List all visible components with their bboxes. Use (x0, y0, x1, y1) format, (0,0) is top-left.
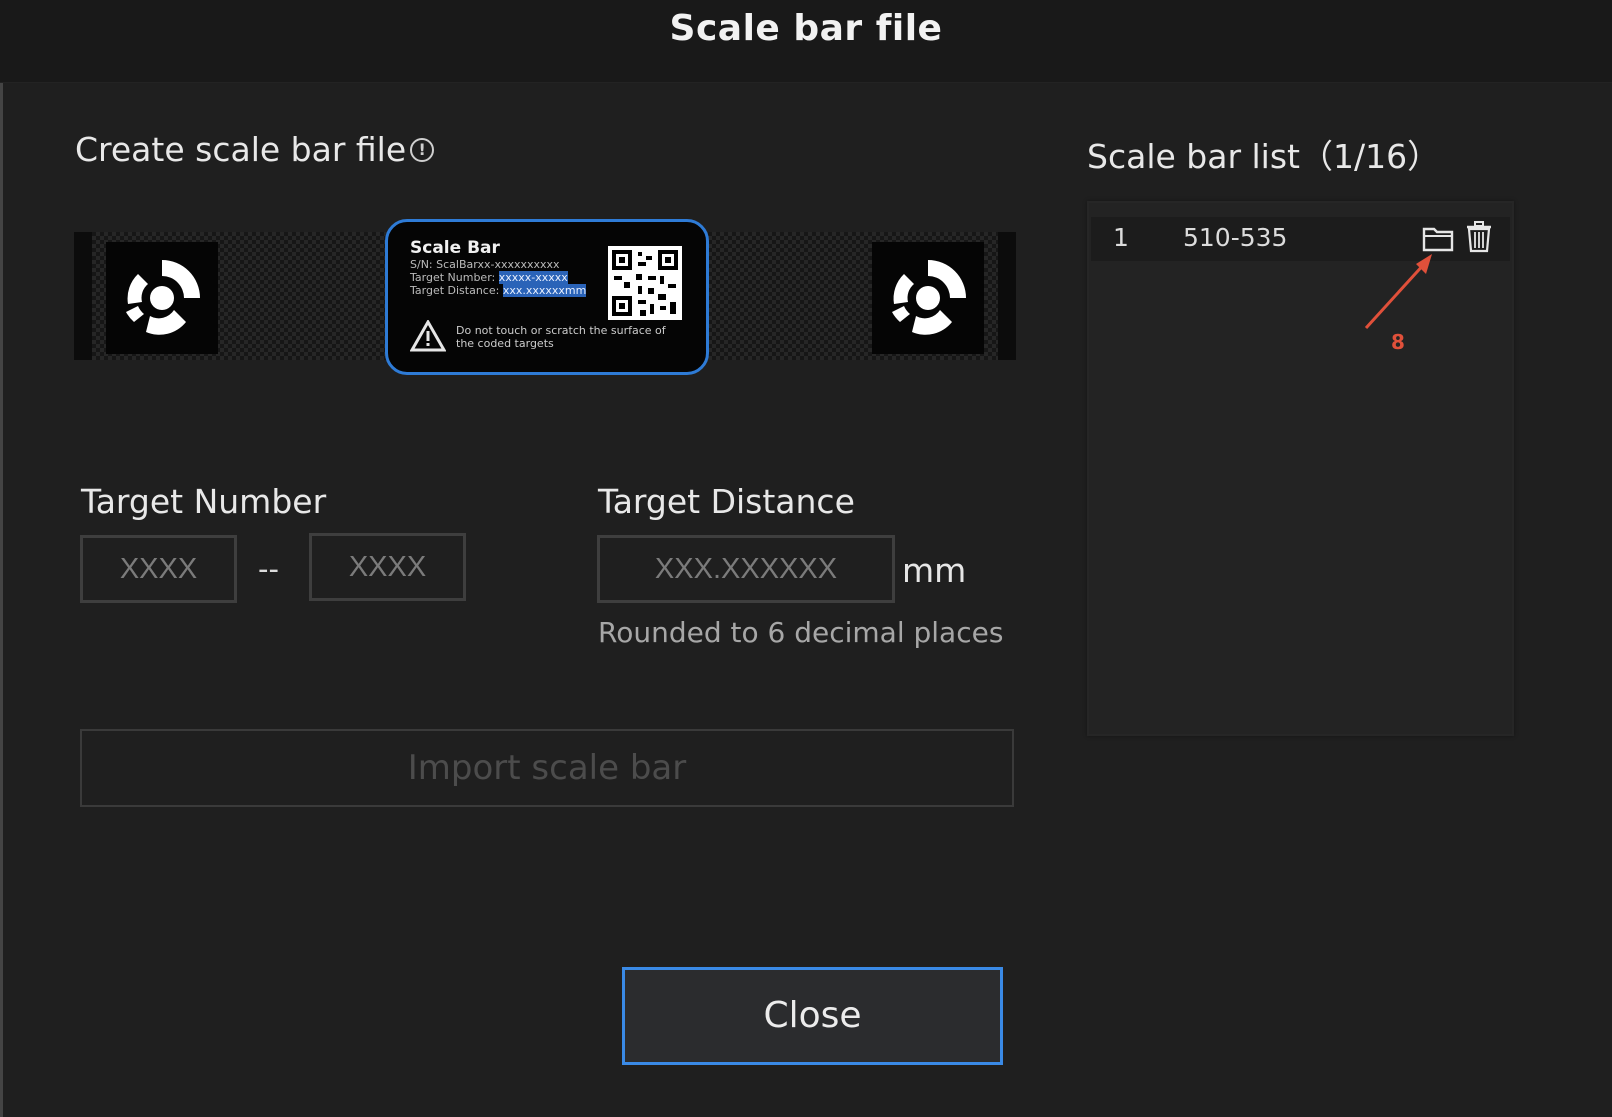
scale-bar-list: 1 510-535 (1087, 201, 1514, 736)
trash-icon[interactable] (1465, 221, 1493, 253)
list-item-index: 1 (1113, 223, 1129, 252)
import-scale-bar-button[interactable]: Import scale bar (80, 729, 1014, 807)
list-item-name: 510-535 (1183, 223, 1288, 252)
scale-bar-list-title: Scale bar list（1/16） (1087, 137, 1441, 176)
folder-icon[interactable] (1422, 223, 1454, 253)
title-bar: Scale bar file (0, 0, 1612, 83)
card-warning-text: Do not touch or scratch the surface of t… (456, 324, 666, 350)
qr-code-icon (608, 246, 682, 320)
window-edge (0, 0, 3, 1117)
scale-bar-label-card: Scale Bar S/N: ScalBarxx-xxxxxxxxxx Targ… (385, 219, 709, 375)
target-number-separator: -- (258, 552, 279, 586)
create-section-heading: Create scale bar file! (75, 130, 435, 169)
target-number-to-input[interactable]: XXXX (309, 533, 466, 601)
list-item[interactable]: 1 510-535 (1091, 217, 1510, 261)
scale-bar-illustration: Scale Bar S/N: ScalBarxx-xxxxxxxxxx Targ… (74, 219, 1016, 375)
dialog-title: Scale bar file (669, 8, 943, 49)
target-distance-unit: mm (902, 551, 967, 590)
annotation-label: 8 (1391, 330, 1405, 354)
info-icon[interactable]: ! (410, 138, 435, 162)
coded-target-left-icon (106, 242, 218, 354)
target-number-from-input[interactable]: XXXX (80, 535, 237, 603)
target-distance-label: Target Distance (598, 482, 855, 521)
target-distance-input[interactable]: XXX.XXXXXX (597, 535, 895, 603)
target-number-label: Target Number (81, 482, 327, 521)
create-section-title: Create scale bar file (75, 130, 407, 169)
close-button[interactable]: Close (622, 967, 1003, 1065)
warning-icon (410, 320, 446, 352)
coded-target-right-icon (872, 242, 984, 354)
card-warning: Do not touch or scratch the surface of t… (410, 320, 686, 352)
target-distance-hint: Rounded to 6 decimal places (598, 616, 1004, 649)
